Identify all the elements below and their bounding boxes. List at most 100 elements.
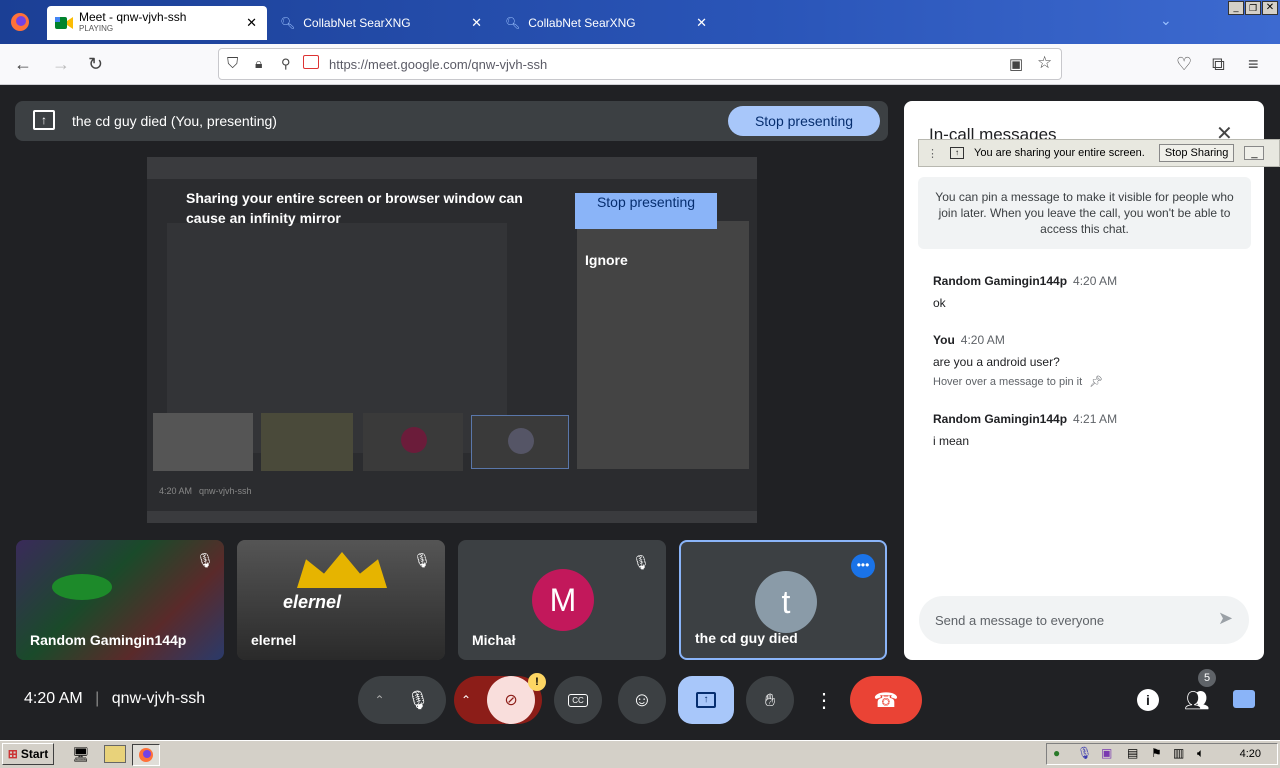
pin-hint: Hover over a message to pin it [933, 376, 1083, 388]
close-tab-icon[interactable]: ✕ [471, 15, 482, 31]
mirror-code: qnw-vjvh-ssh [199, 486, 252, 496]
people-icon[interactable]: 👥︎ [1184, 688, 1209, 713]
chat-message[interactable]: Random Gamingin144p 4:20 AM ok [933, 272, 1117, 310]
firefox-taskbar-button[interactable] [132, 744, 160, 766]
flag-tray-icon[interactable]: ⚑ [1151, 746, 1162, 760]
close-window-icon[interactable]: ✕ [1262, 1, 1278, 15]
raise-hand-button[interactable]: ✋︎ [746, 676, 794, 724]
shield-icon[interactable]: ⛉ [227, 55, 238, 72]
mic-icon[interactable]: 🎙︎ [407, 690, 430, 711]
meeting-details-icon[interactable]: i [1137, 689, 1159, 711]
tab-searxng-1[interactable]: 🔍︎ CollabNet SearXNG ✕ [272, 6, 492, 40]
mirror-tile [363, 413, 463, 471]
minimize-notice-icon[interactable]: _ [1244, 146, 1265, 160]
app-tray-icon[interactable]: ▣ [1101, 746, 1112, 760]
pin-icon[interactable]: 📌︎ [1089, 376, 1103, 388]
meeting-info: 4:20 AM | qnw-vjvh-ssh [24, 690, 205, 708]
tab-title: CollabNet SearXNG [528, 16, 636, 30]
sharing-notification-bar: ⋮ ↑ You are sharing your entire screen. … [918, 139, 1280, 167]
document-tray-icon[interactable]: ▤ [1127, 746, 1138, 760]
minimize-icon[interactable]: _ [1228, 1, 1244, 15]
close-tab-icon[interactable]: ✕ [246, 15, 257, 31]
stop-presenting-button[interactable]: Stop presenting [728, 106, 880, 136]
window-controls: _ ❐ ✕ [1228, 1, 1278, 15]
tab-meet[interactable]: Meet - qnw-vjvh-ssh PLAYING ✕ [47, 6, 267, 40]
more-options-icon[interactable]: ••• [851, 554, 875, 578]
avatar: t [755, 571, 817, 633]
elernel-overlay: elernel [283, 592, 342, 612]
mirror-tile [471, 415, 569, 469]
send-icon[interactable]: ➤ [1218, 608, 1233, 629]
mic-tray-icon[interactable]: 🎙︎ [1077, 746, 1092, 760]
forward-icon[interactable]: → [52, 54, 70, 75]
preview-stop-presenting-button[interactable]: Stop presenting [575, 193, 717, 229]
pocket-icon[interactable]: ♡ [1176, 54, 1192, 75]
browser-tab-bar: Meet - qnw-vjvh-ssh PLAYING ✕ 🔍︎ CollabN… [0, 0, 1280, 44]
separator: | [95, 690, 100, 707]
more-options-button[interactable]: ⋮ [806, 676, 842, 724]
url-bar[interactable]: ⛉ 🔒︎ ⚲ https://meet.google.com/qnw-vjvh-… [218, 48, 1062, 80]
chat-message[interactable]: You 4:20 AM are you a android user? Hover… [933, 331, 1103, 388]
display-tray-icon[interactable]: ▥ [1173, 746, 1184, 760]
message-text: i mean [933, 434, 970, 448]
captions-button[interactable]: CC [554, 676, 602, 724]
meet-icon [55, 16, 73, 30]
chat-message-input[interactable]: Send a message to everyone ➤ [919, 596, 1249, 644]
participant-name: elernel [251, 632, 297, 648]
extensions-icon[interactable]: ⧉ [1212, 54, 1225, 75]
back-icon[interactable]: ← [14, 54, 32, 75]
mirror-tile [153, 413, 253, 471]
screen-share-indicator-icon[interactable] [303, 55, 319, 69]
participant-tile[interactable]: 🎙︎ Random Gamingin144p [16, 540, 224, 660]
chat-input-placeholder: Send a message to everyone [935, 612, 1105, 628]
url-text[interactable]: https://meet.google.com/qnw-vjvh-ssh [329, 57, 547, 72]
close-tab-icon[interactable]: ✕ [696, 15, 707, 31]
start-button[interactable]: ⊞ Start [2, 743, 54, 765]
restore-icon[interactable]: ❐ [1245, 1, 1261, 15]
explorer-icon[interactable] [104, 745, 126, 763]
camera-warning-badge: ! [528, 673, 546, 691]
muted-mic-icon: 🎙︎ [632, 554, 650, 570]
avatar: M [532, 569, 594, 631]
permissions-icon[interactable]: ⚲ [281, 56, 291, 72]
participant-tile[interactable]: M 🎙︎ Michał [458, 540, 666, 660]
stop-sharing-button[interactable]: Stop Sharing [1158, 144, 1235, 162]
windows-logo-icon: ⊞ [7, 747, 18, 761]
audio-options-chevron-icon[interactable]: ⌃ [375, 693, 385, 707]
video-options-chevron-icon[interactable]: ⌃ [461, 693, 471, 707]
tab-title: CollabNet SearXNG [303, 16, 411, 30]
chat-icon[interactable] [1233, 690, 1255, 708]
reader-view-icon[interactable]: ▣ [1009, 55, 1023, 73]
tab-searxng-2[interactable]: 🔍︎ CollabNet SearXNG ✕ [497, 6, 717, 40]
quick-launch-icon[interactable]: 🖥︎ [72, 746, 90, 763]
participant-tile-self[interactable]: t ••• the cd guy died [679, 540, 887, 660]
meeting-time: 4:20 AM [24, 690, 83, 707]
tab-title: Meet - qnw-vjvh-ssh [79, 10, 187, 24]
leave-call-button[interactable]: ☎︎ [850, 676, 922, 724]
chat-message[interactable]: Random Gamingin144p 4:21 AM i mean [933, 410, 1117, 448]
emoji-icon: ☺ [631, 688, 653, 711]
tray-clock: 4:20 [1239, 748, 1261, 760]
participant-tile[interactable]: elernel 🎙︎ elernel [237, 540, 445, 660]
drag-handle-icon[interactable]: ⋮ [927, 147, 938, 160]
ignore-button[interactable]: Ignore [585, 252, 628, 268]
message-sender: Random Gamingin144p [933, 412, 1068, 426]
sharing-notice-text: You are sharing your entire screen. [974, 147, 1145, 159]
network-icon[interactable]: ● [1053, 746, 1060, 760]
list-tabs-chevron-icon[interactable]: ⌄ [1160, 12, 1172, 29]
bookmark-star-icon[interactable]: ☆ [1037, 53, 1052, 73]
system-tray: ● 🎙︎ ▣ ▤ ⚑ ▥ 🔈︎ 4:20 [1046, 743, 1278, 765]
menu-icon[interactable]: ≡ [1248, 54, 1259, 75]
meeting-code: qnw-vjvh-ssh [111, 690, 206, 707]
share-screen-icon: ↑ [950, 147, 964, 159]
reactions-button[interactable]: ☺ [618, 676, 666, 724]
mirror-tabbar [147, 157, 757, 179]
pin-info-box: You can pin a message to make it visible… [918, 177, 1251, 249]
message-sender: Random Gamingin144p [933, 274, 1068, 288]
start-label: Start [20, 747, 49, 761]
present-button[interactable]: ↑ [678, 676, 734, 724]
firefox-icon[interactable] [10, 12, 30, 32]
reload-icon[interactable]: ↻ [88, 54, 103, 75]
lock-icon[interactable]: 🔒︎ [255, 55, 262, 72]
volume-icon[interactable]: 🔈︎ [1197, 746, 1204, 761]
